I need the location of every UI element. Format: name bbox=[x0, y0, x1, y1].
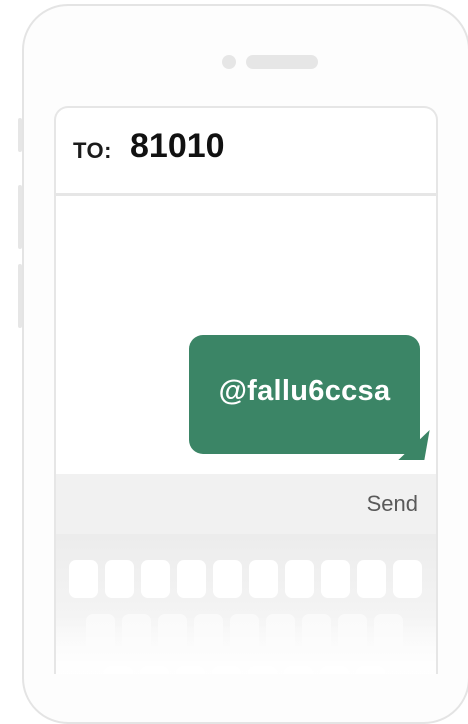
keyboard-key[interactable] bbox=[393, 560, 422, 598]
message-bubble-tail bbox=[398, 430, 430, 460]
keyboard-fade bbox=[56, 614, 436, 674]
keyboard bbox=[56, 534, 436, 674]
keyboard-key[interactable] bbox=[285, 560, 314, 598]
message-text: @fallu6ccsa bbox=[218, 375, 391, 407]
camera-icon bbox=[222, 55, 236, 69]
keyboard-key[interactable] bbox=[69, 560, 98, 598]
keyboard-row-1 bbox=[69, 560, 422, 598]
keyboard-key[interactable] bbox=[249, 560, 278, 598]
keyboard-key[interactable] bbox=[105, 560, 134, 598]
recipient-number[interactable]: 81010 bbox=[130, 127, 225, 166]
to-label: TO: bbox=[73, 138, 112, 163]
mute-switch bbox=[18, 118, 22, 152]
volume-up-button bbox=[18, 185, 22, 249]
keyboard-key[interactable] bbox=[177, 560, 206, 598]
volume-down-button bbox=[18, 264, 22, 328]
recipient-field[interactable]: TO: 81010 bbox=[56, 108, 436, 196]
messages-screen: TO: 81010 @fallu6ccsa Send bbox=[54, 106, 438, 674]
message-bubble: @fallu6ccsa bbox=[189, 335, 420, 454]
keyboard-key[interactable] bbox=[321, 560, 350, 598]
compose-bar: Send bbox=[56, 474, 436, 534]
keyboard-key[interactable] bbox=[213, 560, 242, 598]
speaker-icon bbox=[246, 55, 318, 69]
keyboard-key[interactable] bbox=[141, 560, 170, 598]
send-button[interactable]: Send bbox=[367, 491, 418, 517]
keyboard-key[interactable] bbox=[357, 560, 386, 598]
